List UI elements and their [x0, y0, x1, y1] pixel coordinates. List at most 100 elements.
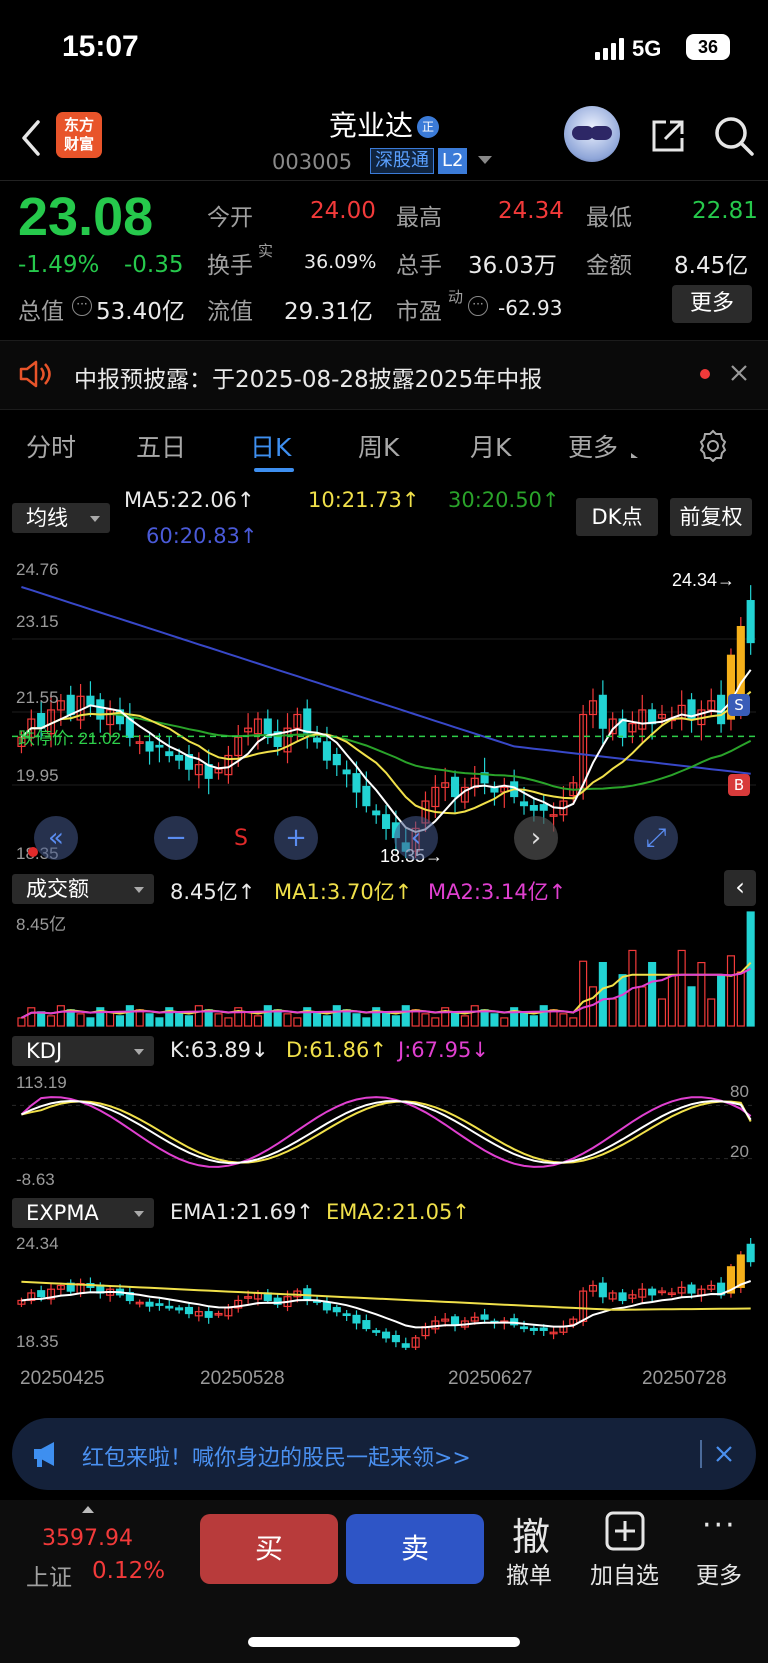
index-name[interactable]: 上证	[26, 1558, 72, 1592]
volume-bar	[726, 955, 736, 1027]
candle-body	[175, 1307, 184, 1311]
scroll-right-icon[interactable]: ›	[514, 816, 558, 860]
price-axis-2: 23.15	[16, 612, 59, 631]
candle-body	[382, 1331, 391, 1339]
candle-body	[342, 1313, 351, 1317]
open-value: 24.00	[310, 198, 376, 224]
volume-bar	[490, 1013, 499, 1027]
gear-icon[interactable]	[696, 428, 730, 462]
kdj-indicator-select[interactable]: KDJ	[12, 1036, 154, 1066]
info-icon[interactable]: ···	[468, 296, 488, 316]
volume-bar	[244, 1011, 253, 1027]
volume-bar	[500, 1017, 509, 1027]
volume-bar	[431, 1017, 440, 1027]
close-icon[interactable]	[716, 1446, 732, 1462]
expma-indicator-select[interactable]: EXPMA	[12, 1198, 154, 1228]
volume-bar	[76, 1013, 85, 1027]
float-value: 29.31亿	[284, 299, 373, 325]
expma-chart[interactable]	[12, 1230, 756, 1360]
volume-axis-top: 8.45亿	[16, 915, 67, 934]
nav-sell-marker: S	[234, 826, 248, 851]
official-badge: 正	[417, 116, 439, 138]
volume-bar	[194, 1005, 203, 1027]
notice-text[interactable]: 中报预披露：于2025-08-28披露2025年中报	[74, 360, 542, 394]
expand-up-icon[interactable]	[82, 1506, 94, 1513]
more-dots-icon[interactable]: ···	[702, 1508, 737, 1543]
change-percent: -1.49%	[18, 252, 100, 278]
more-arrow-icon	[631, 453, 638, 458]
candle-body	[66, 694, 75, 716]
more-quote-button[interactable]: 更多	[672, 285, 752, 323]
candle-body	[598, 1282, 607, 1298]
volume-bar	[145, 1013, 154, 1027]
scroll-left-fast-icon[interactable]: «	[34, 816, 78, 860]
volume-bar	[115, 1015, 125, 1027]
search-icon[interactable]	[712, 114, 756, 158]
high-value: 24.34	[498, 198, 564, 224]
volume-bar	[638, 986, 647, 1027]
zoom-in-icon[interactable]: +	[274, 816, 318, 860]
candle-body	[303, 708, 312, 734]
tab-intraday[interactable]: 分时	[26, 428, 76, 464]
volume-bar	[421, 1013, 430, 1027]
volume-bar	[648, 961, 657, 1027]
more-button[interactable]: 更多	[696, 1556, 742, 1590]
close-icon[interactable]	[730, 364, 748, 382]
megaphone-icon	[34, 1442, 54, 1467]
banner-text[interactable]: 红包来啦！喊你身边的股民一起来领>>	[82, 1440, 471, 1472]
current-price: 23.08	[18, 187, 154, 247]
volume-bar	[37, 1011, 46, 1027]
kdj-axis-top: 113.19	[16, 1073, 67, 1092]
adjust-button[interactable]: 前复权	[670, 498, 752, 536]
sell-point-marker[interactable]: S	[728, 694, 750, 716]
kdj-chart[interactable]	[12, 1070, 756, 1190]
add-watchlist-button[interactable]: 加自选	[590, 1556, 659, 1590]
ma-indicator-select[interactable]: 均线	[12, 503, 110, 533]
chevron-down-icon[interactable]	[478, 156, 492, 164]
assistant-robot-icon[interactable]	[564, 106, 620, 162]
add-watchlist-icon[interactable]	[604, 1510, 646, 1552]
volume-bar	[125, 1005, 134, 1027]
tab-daily-k[interactable]: 日K	[250, 428, 291, 464]
volume-indicator-select[interactable]: 成交额	[12, 874, 154, 904]
buy-point-marker[interactable]: B	[728, 774, 750, 796]
level2-tag[interactable]: L2	[438, 148, 468, 174]
collapse-panel-icon[interactable]: ‹	[724, 870, 756, 906]
high-label: 最高	[396, 205, 442, 231]
candle-body	[382, 814, 391, 829]
candle-body	[165, 751, 174, 757]
cancel-order-icon[interactable]: 撤	[512, 1506, 550, 1561]
home-indicator	[248, 1637, 520, 1647]
connect-tag[interactable]: 深股通	[370, 148, 434, 174]
cancel-order-button[interactable]: 撤单	[506, 1556, 552, 1590]
tab-weekly-k[interactable]: 周K	[358, 428, 399, 464]
volume-bar	[332, 1005, 341, 1027]
tab-monthly-k[interactable]: 月K	[470, 428, 511, 464]
price-axis-top: 24.76	[16, 560, 59, 579]
candle-body	[746, 1243, 755, 1263]
candle-body	[746, 600, 755, 644]
amount-label: 金额	[586, 253, 632, 279]
tab-more[interactable]: 更多	[568, 428, 618, 464]
scroll-left-icon[interactable]: ‹	[394, 816, 438, 860]
info-icon[interactable]: ···	[72, 296, 92, 316]
kdj-d-line	[21, 1100, 752, 1164]
tab-five-day[interactable]: 五日	[136, 428, 186, 464]
index-value[interactable]: 3597.94	[42, 1526, 133, 1551]
share-icon[interactable]	[648, 116, 688, 156]
candle-body	[372, 1330, 381, 1333]
buy-button[interactable]: 买	[200, 1514, 338, 1584]
candle-body	[342, 769, 351, 775]
expma-ema1: EMA1:21.69↑	[170, 1200, 314, 1224]
index-change[interactable]: 0.12%	[92, 1558, 165, 1584]
kdj-k: K:63.89↓	[170, 1038, 269, 1062]
volume-bar	[293, 1017, 302, 1027]
zoom-out-icon[interactable]: −	[154, 816, 198, 860]
fullscreen-icon[interactable]: ⤢	[634, 816, 678, 860]
volume-chart[interactable]	[12, 906, 756, 1030]
dk-point-button[interactable]: DK点	[576, 498, 658, 536]
sell-button[interactable]: 卖	[346, 1514, 484, 1584]
candle-body	[529, 1327, 538, 1331]
volume-bar	[657, 998, 667, 1027]
ma60-line	[21, 586, 751, 775]
